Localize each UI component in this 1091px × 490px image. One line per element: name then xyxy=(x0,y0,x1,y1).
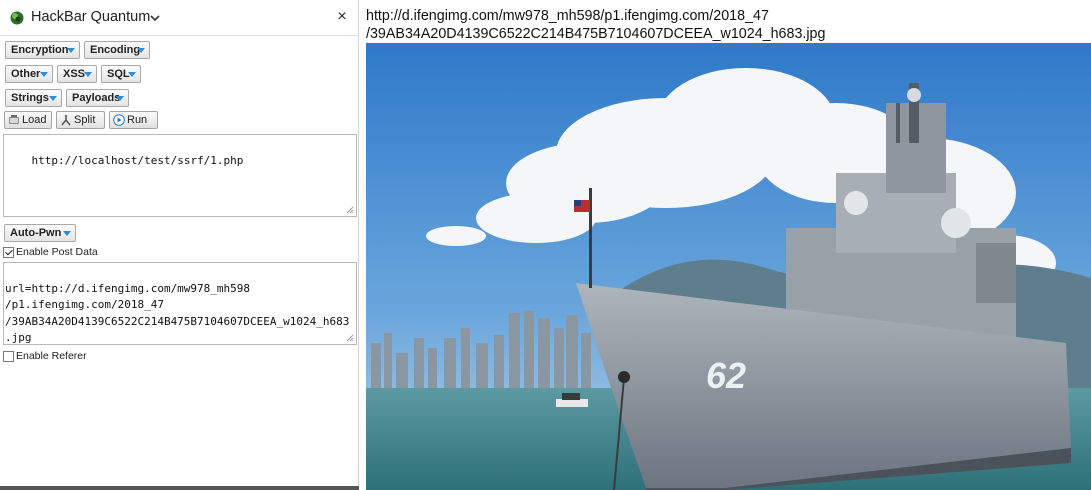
play-icon xyxy=(113,114,125,126)
image-url-line: http://d.ifengimg.com/mw978_mh598/p1.ife… xyxy=(366,8,769,24)
sql-menu-button[interactable]: SQL xyxy=(101,65,141,83)
enable-referer-checkbox[interactable] xyxy=(3,351,14,362)
post-data-line: .jpg xyxy=(5,330,32,344)
caret-down-icon xyxy=(67,48,75,53)
strings-menu-label: Strings xyxy=(11,92,49,104)
caret-down-icon xyxy=(63,231,71,236)
sidebar-bottom-edge xyxy=(0,486,359,490)
run-label: Run xyxy=(127,114,148,126)
hackbar-sidebar: HackBar Quantum × Encryption Encoding Ot… xyxy=(0,0,359,490)
enable-post-data-checkbox[interactable] xyxy=(3,247,14,258)
caret-down-icon xyxy=(128,72,136,77)
enable-referer-row[interactable]: Enable Referer xyxy=(3,350,113,364)
caret-down-icon xyxy=(137,48,145,53)
post-data-line: /p1.ifengimg.com/2018_47 xyxy=(5,298,164,312)
encoding-menu-label: Encoding xyxy=(90,44,141,56)
load-url-button[interactable]: Load xyxy=(4,111,52,129)
encoding-menu-button[interactable]: Encoding xyxy=(84,41,150,59)
image-url-title: http://d.ifengimg.com/mw978_mh598/p1.ife… xyxy=(366,7,1086,43)
enable-post-data-label: Enable Post Data xyxy=(16,246,98,258)
warship-photo[interactable]: 62 xyxy=(366,43,1091,490)
auto-pwn-label: Auto-Pwn xyxy=(10,227,62,239)
encryption-menu-button[interactable]: Encryption xyxy=(5,41,80,59)
xss-menu-button[interactable]: XSS xyxy=(57,65,97,83)
post-data-line: /39AB34A20D4139C6522C214B475B7104607DCEE… xyxy=(5,314,350,328)
sidebar-title[interactable]: HackBar Quantum xyxy=(31,9,150,25)
image-url-line: /39AB34A20D4139C6522C214B475B7104607DCEE… xyxy=(366,26,826,42)
split-label: Split xyxy=(74,114,96,126)
url-textarea[interactable]: http://localhost/test/ssrf/1.php xyxy=(3,134,357,217)
sidebar-header: HackBar Quantum × xyxy=(0,0,359,36)
strings-menu-button[interactable]: Strings xyxy=(5,89,62,107)
svg-text:62: 62 xyxy=(706,355,746,396)
caret-down-icon xyxy=(116,96,124,101)
load-label: Load xyxy=(22,114,47,126)
auto-pwn-menu-button[interactable]: Auto-Pwn xyxy=(4,224,76,242)
other-menu-button[interactable]: Other xyxy=(5,65,53,83)
caret-down-icon xyxy=(49,96,57,101)
caret-down-icon xyxy=(84,72,92,77)
hackbar-logo-icon xyxy=(10,11,24,25)
url-value: http://localhost/test/ssrf/1.php xyxy=(31,154,244,168)
split-url-button[interactable]: Split xyxy=(56,111,105,129)
run-button[interactable]: Run xyxy=(109,111,158,129)
post-data-line: url=http://d.ifengimg.com/mw978_mh598 xyxy=(5,282,251,296)
close-sidebar-button[interactable]: × xyxy=(334,8,350,26)
split-icon xyxy=(61,114,71,126)
caret-down-icon xyxy=(40,72,48,77)
xss-menu-label: XSS xyxy=(63,68,86,80)
payloads-menu-button[interactable]: Payloads xyxy=(66,89,129,107)
payloads-menu-label: Payloads xyxy=(72,92,121,104)
encryption-menu-label: Encryption xyxy=(11,44,69,56)
resize-grip-icon[interactable] xyxy=(346,334,354,342)
other-menu-label: Other xyxy=(11,68,41,80)
enable-referer-label: Enable Referer xyxy=(16,350,87,362)
resize-grip-icon[interactable] xyxy=(346,206,354,214)
enable-post-data-row[interactable]: Enable Post Data xyxy=(3,246,123,260)
chevron-down-icon[interactable] xyxy=(150,13,160,23)
load-icon xyxy=(9,115,19,124)
sql-menu-label: SQL xyxy=(107,68,130,80)
post-data-textarea[interactable]: url=http://d.ifengimg.com/mw978_mh598 /p… xyxy=(3,262,357,345)
